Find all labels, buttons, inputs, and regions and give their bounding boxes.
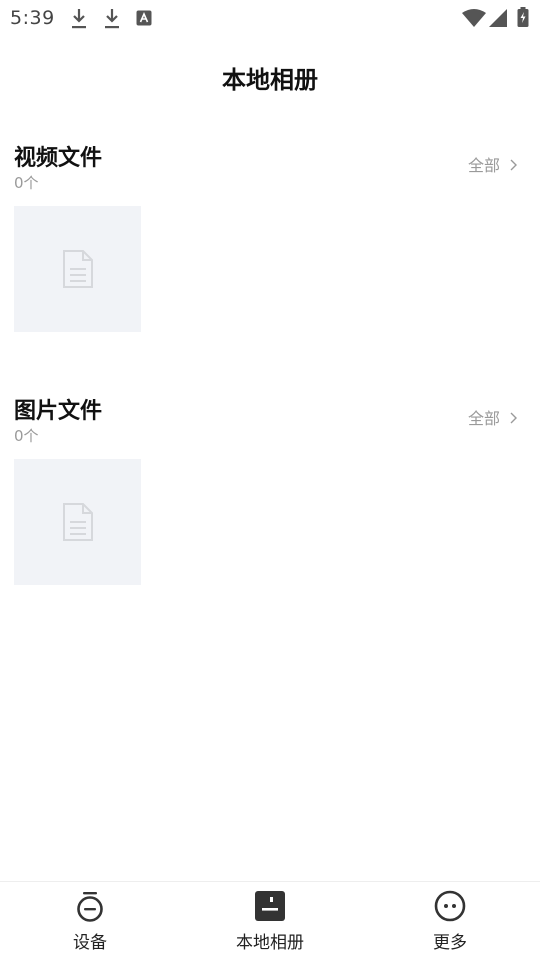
see-all-label: 全部 bbox=[467, 409, 500, 428]
page-title: 本地相册 bbox=[222, 66, 318, 94]
see-all-videos-button[interactable]: 全部 bbox=[468, 152, 518, 176]
device-icon bbox=[74, 890, 106, 922]
more-icon bbox=[434, 890, 466, 922]
signal-icon bbox=[489, 9, 507, 31]
section-count: 0个 bbox=[14, 427, 39, 445]
image-files-section: 图片文件 0个 全部 bbox=[0, 393, 540, 593]
nav-label: 设备 bbox=[73, 933, 107, 953]
status-time: 5:39 bbox=[10, 7, 55, 29]
status-bar: 5:39 bbox=[0, 0, 540, 36]
section-title: 视频文件 bbox=[14, 146, 103, 171]
wifi-icon bbox=[462, 9, 486, 31]
see-all-label: 全部 bbox=[467, 156, 500, 175]
app-screen: 5:39 本地相册 视频文件 0个 全部 图片文件 0个 全部 设备 本地相册 … bbox=[0, 0, 540, 960]
keyboard-a-icon bbox=[136, 10, 152, 30]
chevron-right-icon bbox=[508, 410, 518, 424]
section-count: 0个 bbox=[14, 174, 39, 192]
chevron-right-icon bbox=[508, 157, 518, 171]
nav-item-album[interactable]: 本地相册 bbox=[180, 882, 360, 960]
nav-item-device[interactable]: 设备 bbox=[0, 882, 180, 960]
bottom-nav: 设备 本地相册 更多 bbox=[0, 881, 540, 960]
section-title: 图片文件 bbox=[14, 399, 103, 424]
download-icon bbox=[103, 8, 121, 34]
image-placeholder-thumbnail bbox=[14, 459, 141, 585]
file-icon bbox=[63, 250, 93, 288]
nav-label: 更多 bbox=[433, 933, 467, 953]
see-all-images-button[interactable]: 全部 bbox=[468, 405, 518, 429]
video-files-section: 视频文件 0个 全部 bbox=[0, 140, 540, 340]
album-icon bbox=[254, 890, 286, 922]
file-icon bbox=[63, 503, 93, 541]
battery-charging-icon bbox=[517, 7, 529, 31]
nav-label: 本地相册 bbox=[236, 933, 304, 953]
nav-item-more[interactable]: 更多 bbox=[360, 882, 540, 960]
video-placeholder-thumbnail bbox=[14, 206, 141, 332]
download-icon bbox=[70, 8, 88, 34]
